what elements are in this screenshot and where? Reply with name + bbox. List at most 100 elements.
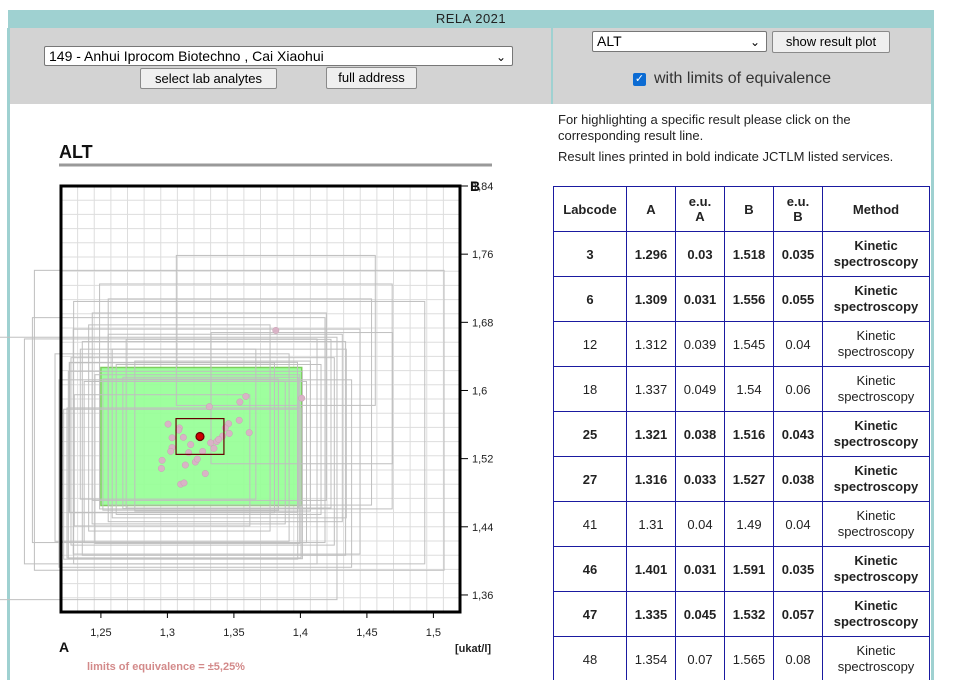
data-point <box>158 456 166 464</box>
y-tick-label: 1,6 <box>472 385 487 397</box>
x-tick-label: 1,3 <box>160 627 175 639</box>
cell-eua: 0.045 <box>675 591 725 637</box>
cell-b: 1.49 <box>724 501 774 547</box>
cell-b: 1.556 <box>724 276 774 322</box>
col-header-eub: e.u. B <box>773 186 823 232</box>
col-header-method: Method <box>822 186 930 232</box>
cell-b: 1.527 <box>724 456 774 502</box>
cell-method: Kinetic spectroscopy <box>822 501 930 547</box>
data-point <box>187 441 195 449</box>
cell-method: Kinetic spectroscopy <box>822 321 930 367</box>
chevron-down-icon: ⌄ <box>749 35 760 49</box>
cell-eua: 0.04 <box>675 501 725 547</box>
cell-eub: 0.038 <box>773 456 823 502</box>
table-row[interactable]: 47 1.335 0.045 1.532 0.057 Kinetic spectrosco… <box>553 591 930 637</box>
equivalence-note: limits of equivalence = ±5,25% <box>87 661 245 673</box>
results-table: Labcode A e.u. A B e.u. B Method 3 1.296 0… <box>553 186 930 680</box>
table-row[interactable]: 46 1.401 0.031 1.591 0.035 Kinetic spectrosco… <box>553 546 930 592</box>
data-point <box>242 392 250 400</box>
data-point <box>245 429 253 437</box>
equivalence-label: with limits of equivalence <box>654 70 831 87</box>
cell-eub: 0.04 <box>773 321 823 367</box>
cell-b: 1.565 <box>724 636 774 680</box>
col-header-b: B <box>724 186 774 232</box>
cell-labcode: 12 <box>553 321 627 367</box>
show-result-plot-button[interactable]: show result plot <box>772 31 890 53</box>
cell-b: 1.518 <box>724 231 774 277</box>
cell-b: 1.54 <box>724 366 774 412</box>
checkbox-checked-icon[interactable]: ✓ <box>633 73 646 86</box>
cell-b: 1.532 <box>724 591 774 637</box>
cell-a: 1.401 <box>626 546 676 592</box>
data-point <box>215 436 223 443</box>
cell-eua: 0.031 <box>675 276 725 322</box>
cell-eua: 0.07 <box>675 636 725 680</box>
cell-eua: 0.039 <box>675 321 725 367</box>
data-point <box>157 464 165 472</box>
highlight-hint: For highlighting a specific result pleas… <box>558 112 851 143</box>
right-border <box>931 28 934 680</box>
cell-b: 1.545 <box>724 321 774 367</box>
table-row[interactable]: 6 1.309 0.031 1.556 0.055 Kinetic spectroscop… <box>553 276 930 322</box>
cell-eub: 0.08 <box>773 636 823 680</box>
cell-b: 1.591 <box>724 546 774 592</box>
data-point <box>168 434 176 442</box>
cell-labcode: 46 <box>553 546 627 592</box>
data-point <box>205 403 213 411</box>
x-tick-label: 1,25 <box>90 627 111 639</box>
cell-labcode: 47 <box>553 591 627 637</box>
analyte-select[interactable]: ALT ⌄ <box>592 31 767 52</box>
cell-a: 1.321 <box>626 411 676 457</box>
cell-eua: 0.031 <box>675 546 725 592</box>
results-body: 3 1.296 0.03 1.518 0.035 Kinetic spectroscopy… <box>553 231 930 680</box>
cell-labcode: 6 <box>553 276 627 322</box>
equivalence-toggle[interactable]: ✓ with limits of equivalence <box>633 70 831 90</box>
data-point <box>207 439 215 447</box>
y-tick-label: 1,52 <box>472 454 493 466</box>
data-point <box>167 447 175 455</box>
x-tick-label: 1,35 <box>223 627 244 639</box>
table-row[interactable]: 12 1.312 0.039 1.545 0.04 Kinetic spectroscop… <box>553 321 930 367</box>
data-point <box>179 433 187 441</box>
data-point <box>210 444 218 452</box>
y-tick-label: 1,36 <box>472 590 493 602</box>
cell-a: 1.309 <box>626 276 676 322</box>
table-row[interactable]: 48 1.354 0.07 1.565 0.08 Kinetic spectroscopy <box>553 636 930 680</box>
data-point <box>221 424 229 432</box>
data-point <box>193 455 201 463</box>
cell-a: 1.316 <box>626 456 676 502</box>
cell-method: Kinetic spectroscopy <box>822 591 930 637</box>
table-row[interactable]: 25 1.321 0.038 1.516 0.043 Kinetic spectrosco… <box>553 411 930 457</box>
cell-labcode: 18 <box>553 366 627 412</box>
analyte-select-value: ALT <box>597 33 622 49</box>
data-point <box>180 479 188 487</box>
cell-eub: 0.055 <box>773 276 823 322</box>
data-point <box>181 461 189 469</box>
data-point <box>235 416 243 424</box>
data-point <box>272 326 280 334</box>
x-tick-label: 1,4 <box>293 627 308 639</box>
cell-eua: 0.033 <box>675 456 725 502</box>
x-tick-label: 1,45 <box>356 627 377 639</box>
col-header-a: A <box>626 186 676 232</box>
table-row[interactable]: 18 1.337 0.049 1.54 0.06 Kinetic spectroscopy <box>553 366 930 412</box>
cell-method: Kinetic spectroscopy <box>822 231 930 277</box>
cell-eua: 0.038 <box>675 411 725 457</box>
col-header-eua: e.u. A <box>675 186 725 232</box>
cell-eub: 0.057 <box>773 591 823 637</box>
table-row[interactable]: 3 1.296 0.03 1.518 0.035 Kinetic spectroscopy <box>553 231 930 277</box>
cell-labcode: 48 <box>553 636 627 680</box>
bold-hint: Result lines printed in bold indicate JC… <box>558 149 894 164</box>
cell-labcode: 41 <box>553 501 627 547</box>
y-tick-label: 1,76 <box>472 249 493 261</box>
cell-labcode: 25 <box>553 411 627 457</box>
x-axis-label: A <box>59 639 69 655</box>
cell-a: 1.296 <box>626 231 676 277</box>
data-point <box>164 420 172 428</box>
cell-labcode: 27 <box>553 456 627 502</box>
plot-title: ALT <box>59 142 93 162</box>
cell-labcode: 3 <box>553 231 627 277</box>
cell-method: Kinetic spectroscopy <box>822 276 930 322</box>
table-row[interactable]: 27 1.316 0.033 1.527 0.038 Kinetic spectrosco… <box>553 456 930 502</box>
table-row[interactable]: 41 1.31 0.04 1.49 0.04 Kinetic spectroscopy <box>553 501 930 547</box>
